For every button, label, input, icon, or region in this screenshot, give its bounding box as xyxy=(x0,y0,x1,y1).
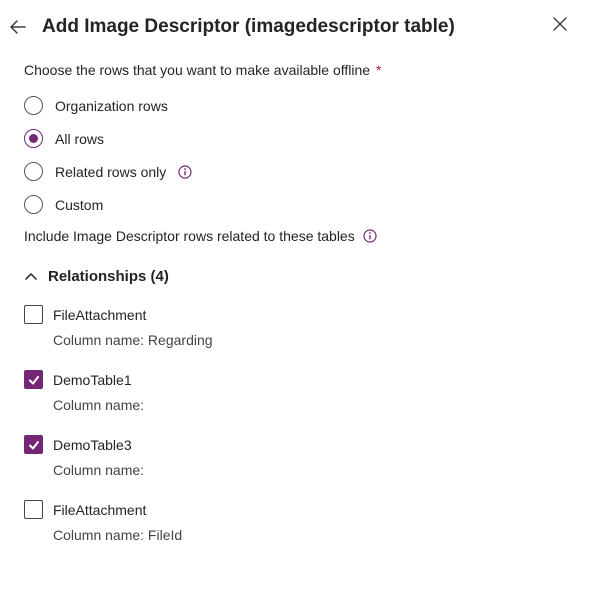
checkmark-icon xyxy=(28,439,40,451)
choose-rows-label: Choose the rows that you want to make av… xyxy=(24,62,568,78)
radio-option[interactable]: Organization rows xyxy=(24,96,568,115)
relationship-column: Column name: xyxy=(53,462,568,478)
radio-circle-icon xyxy=(24,129,43,148)
column-label: Column name: xyxy=(53,527,144,543)
radio-circle-icon xyxy=(24,96,43,115)
relationship-name: FileAttachment xyxy=(53,307,146,323)
panel-content: Choose the rows that you want to make av… xyxy=(0,38,592,543)
relationship-item: DemoTable3 Column name: xyxy=(24,435,568,478)
radio-label: Custom xyxy=(55,197,103,213)
relationship-name: DemoTable3 xyxy=(53,437,132,453)
info-icon[interactable] xyxy=(363,229,377,243)
relationship-checkbox[interactable] xyxy=(24,500,43,519)
column-label: Column name: xyxy=(53,332,144,348)
column-label: Column name: xyxy=(53,397,144,413)
checkmark-icon xyxy=(28,374,40,386)
relationships-toggle[interactable]: Relationships (4) xyxy=(24,268,568,285)
relationship-column: Column name: xyxy=(53,397,568,413)
relationship-item-top: FileAttachment xyxy=(24,305,568,324)
panel-header: Add Image Descriptor (imagedescriptor ta… xyxy=(0,0,592,38)
column-value: FileId xyxy=(144,527,182,543)
include-label: Include Image Descriptor rows related to… xyxy=(24,228,355,244)
relationship-item: FileAttachment Column name: FileId xyxy=(24,500,568,543)
rows-radio-group: Organization rows All rows Related rows on… xyxy=(24,96,568,214)
relationship-checkbox[interactable] xyxy=(24,370,43,389)
radio-option[interactable]: All rows xyxy=(24,129,568,148)
radio-option[interactable]: Custom xyxy=(24,195,568,214)
radio-label: Organization rows xyxy=(55,98,168,114)
radio-option[interactable]: Related rows only xyxy=(24,162,568,181)
include-related-row: Include Image Descriptor rows related to… xyxy=(24,228,568,244)
relationship-column: Column name: FileId xyxy=(53,527,568,543)
relationship-item-top: FileAttachment xyxy=(24,500,568,519)
relationship-name: FileAttachment xyxy=(53,502,146,518)
required-marker: * xyxy=(376,62,381,78)
info-icon[interactable] xyxy=(178,165,192,179)
relationship-item: DemoTable1 Column name: xyxy=(24,370,568,413)
relationship-item-top: DemoTable3 xyxy=(24,435,568,454)
relationship-checkbox[interactable] xyxy=(24,435,43,454)
relationship-name: DemoTable1 xyxy=(53,372,132,388)
relationship-checkbox[interactable] xyxy=(24,305,43,324)
radio-circle-icon xyxy=(24,195,43,214)
relationship-item: FileAttachment Column name: Regarding xyxy=(24,305,568,348)
back-arrow-icon[interactable] xyxy=(8,17,28,37)
close-icon[interactable] xyxy=(548,12,572,36)
relationship-item-top: DemoTable1 xyxy=(24,370,568,389)
column-value: Regarding xyxy=(144,332,213,348)
radio-dot-icon xyxy=(29,134,38,143)
relationship-column: Column name: Regarding xyxy=(53,332,568,348)
panel-title: Add Image Descriptor (imagedescriptor ta… xyxy=(42,16,548,38)
radio-label: Related rows only xyxy=(55,164,166,180)
chevron-up-icon xyxy=(24,270,38,284)
relationships-list: FileAttachment Column name: Regarding Demo… xyxy=(24,305,568,543)
choose-rows-text: Choose the rows that you want to make av… xyxy=(24,62,370,78)
radio-label: All rows xyxy=(55,131,104,147)
radio-circle-icon xyxy=(24,162,43,181)
column-label: Column name: xyxy=(53,462,144,478)
relationships-heading: Relationships (4) xyxy=(48,268,169,285)
